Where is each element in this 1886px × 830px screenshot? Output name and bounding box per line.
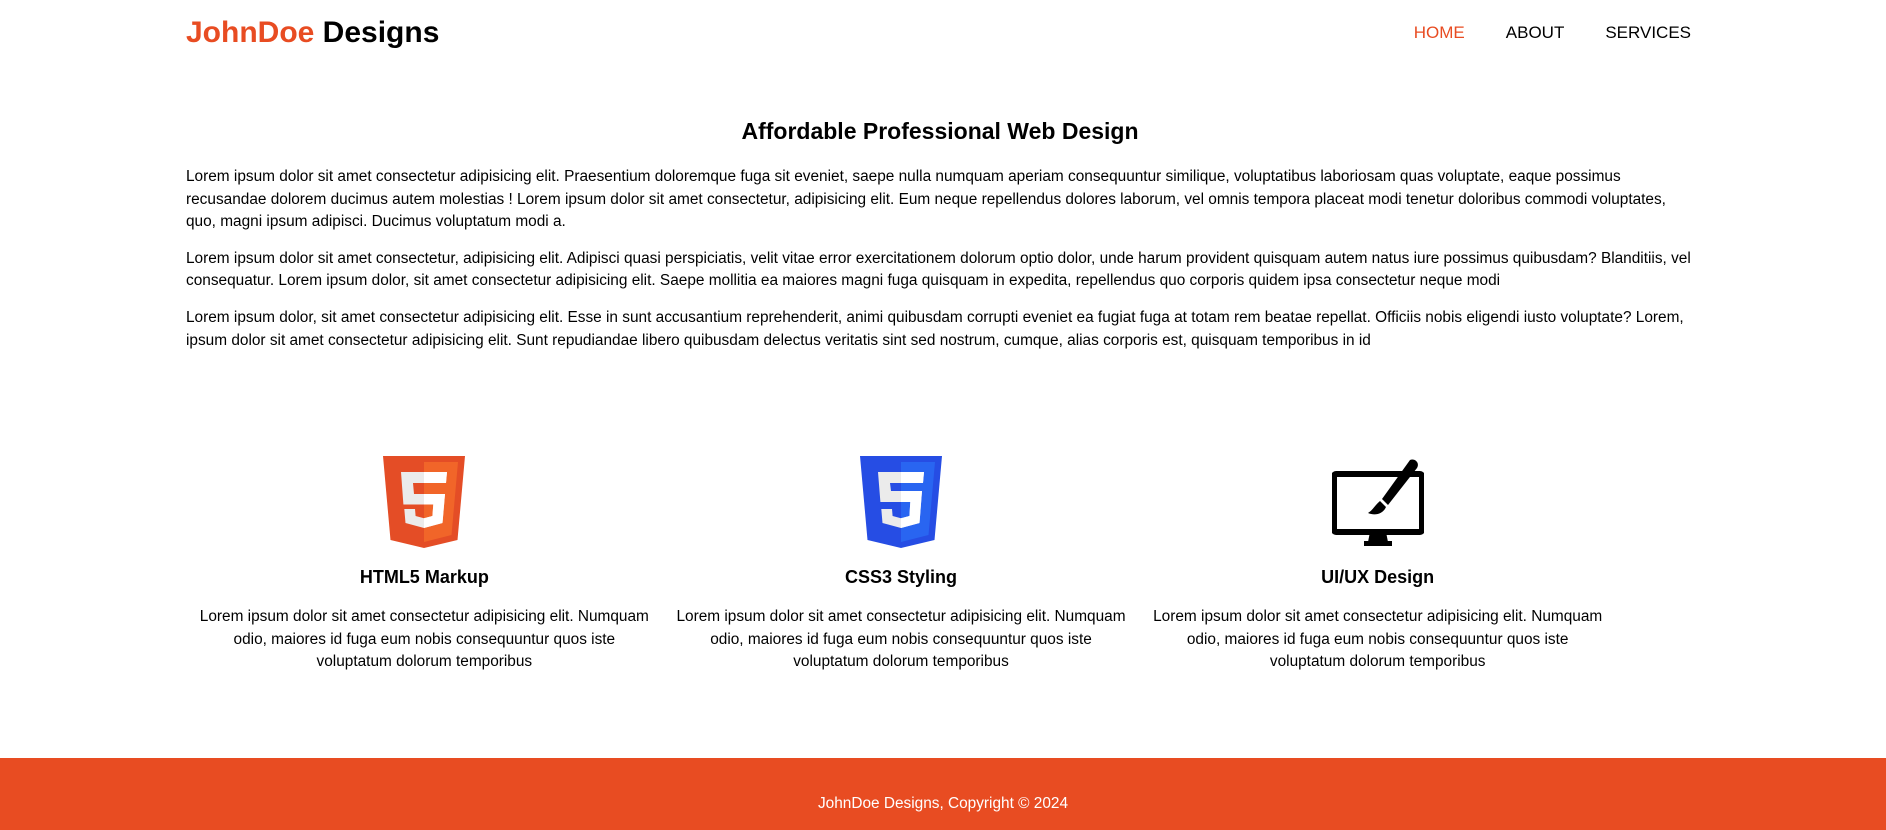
- html5-icon: [383, 456, 466, 548]
- features-section: HTML5 Markup Lorem ipsum dolor sit amet …: [186, 456, 1616, 674]
- nav-home[interactable]: HOME: [1414, 22, 1465, 44]
- main-nav: HOME ABOUT SERVICES: [1414, 22, 1691, 44]
- page-title: Affordable Professional Web Design: [741, 118, 1139, 144]
- intro-paragraph-2: Lorem ipsum dolor sit amet consectetur, …: [186, 249, 1691, 290]
- intro-paragraph-3: Lorem ipsum dolor, sit amet consectetur …: [186, 308, 1684, 349]
- monitor-brush-icon: [1331, 459, 1424, 546]
- logo-rest: Designs: [314, 16, 440, 49]
- feature-title: UI/UX Design: [1321, 567, 1435, 587]
- nav-services[interactable]: SERVICES: [1605, 22, 1691, 44]
- feature-title: CSS3 Styling: [844, 567, 958, 587]
- copyright-text: JohnDoe Designs, Copyright © 2024: [817, 795, 1069, 812]
- site-logo[interactable]: JohnDoe Designs: [186, 15, 439, 51]
- css3-icon: [860, 456, 942, 548]
- site-footer: JohnDoe Designs, Copyright © 2024: [0, 758, 1886, 830]
- feature-text: Lorem ipsum dolor sit amet consectetur a…: [676, 608, 1126, 671]
- feature-css3: CSS3 Styling Lorem ipsum dolor sit amet …: [663, 456, 1140, 674]
- logo-accent: JohnDoe: [186, 16, 315, 49]
- intro-paragraph-1: Lorem ipsum dolor sit amet consectetur a…: [186, 168, 1666, 231]
- feature-html5: HTML5 Markup Lorem ipsum dolor sit amet …: [186, 456, 663, 674]
- feature-text: Lorem ipsum dolor sit amet consectetur a…: [1153, 608, 1603, 671]
- feature-uiux: UI/UX Design Lorem ipsum dolor sit amet …: [1139, 456, 1616, 674]
- feature-text: Lorem ipsum dolor sit amet consectetur a…: [199, 608, 649, 671]
- intro-section: Affordable Professional Web Design Lorem…: [186, 113, 1694, 366]
- site-header: JohnDoe Designs HOME ABOUT SERVICES: [186, 0, 1691, 66]
- feature-title: HTML5 Markup: [359, 567, 489, 587]
- nav-about[interactable]: ABOUT: [1506, 22, 1565, 44]
